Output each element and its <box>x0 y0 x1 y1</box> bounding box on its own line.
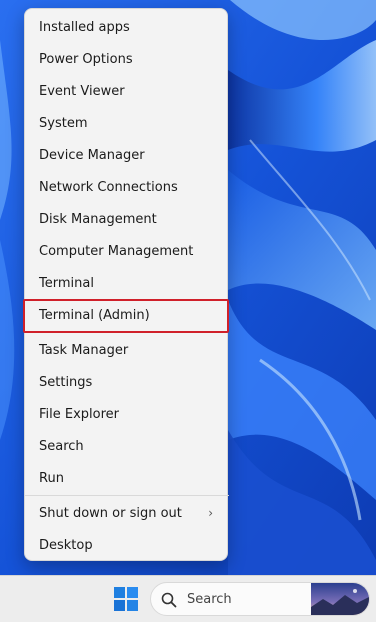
menu-item-label: Task Manager <box>39 342 129 358</box>
menu-item-terminal[interactable]: Terminal <box>25 268 229 298</box>
search-placeholder: Search <box>187 592 232 607</box>
menu-item-desktop[interactable]: Desktop <box>25 530 229 560</box>
menu-item-installed-apps[interactable]: Installed apps <box>25 12 229 42</box>
menu-item-device-manager[interactable]: Device Manager <box>25 140 229 170</box>
menu-item-task-manager[interactable]: Task Manager <box>25 335 229 365</box>
menu-item-terminal-admin[interactable]: Terminal (Admin) <box>23 299 229 333</box>
menu-item-label: Search <box>39 438 84 454</box>
menu-item-label: Installed apps <box>39 19 130 35</box>
menu-item-label: Terminal (Admin) <box>39 307 150 323</box>
menu-item-event-viewer[interactable]: Event Viewer <box>25 76 229 106</box>
menu-item-label: Terminal <box>39 275 94 291</box>
menu-item-label: Event Viewer <box>39 83 125 99</box>
windows-logo-icon <box>114 587 138 611</box>
menu-item-shut-down-or-sign-out[interactable]: Shut down or sign out › <box>25 498 229 528</box>
menu-item-disk-management[interactable]: Disk Management <box>25 204 229 234</box>
menu-item-run[interactable]: Run <box>25 463 229 493</box>
menu-item-label: File Explorer <box>39 406 120 422</box>
menu-item-network-connections[interactable]: Network Connections <box>25 172 229 202</box>
start-button[interactable] <box>113 586 139 612</box>
quick-link-context-menu: Installed apps Power Options Event Viewe… <box>23 8 229 561</box>
chevron-right-icon: › <box>208 506 213 520</box>
menu-item-label: System <box>39 115 88 131</box>
menu-item-label: Shut down or sign out <box>39 505 182 521</box>
menu-item-settings[interactable]: Settings <box>25 367 229 397</box>
menu-item-search[interactable]: Search <box>25 431 229 461</box>
menu-separator <box>25 495 229 496</box>
menu-item-label: Computer Management <box>39 243 194 259</box>
search-icon <box>161 592 177 608</box>
search-highlight-image <box>311 583 369 615</box>
taskbar: Search <box>0 575 376 622</box>
menu-item-label: Power Options <box>39 51 133 67</box>
menu-item-label: Desktop <box>39 537 93 553</box>
menu-item-computer-management[interactable]: Computer Management <box>25 236 229 266</box>
menu-item-label: Run <box>39 470 64 486</box>
menu-item-label: Device Manager <box>39 147 145 163</box>
menu-item-file-explorer[interactable]: File Explorer <box>25 399 229 429</box>
menu-item-label: Network Connections <box>39 179 178 195</box>
menu-item-label: Settings <box>39 374 93 390</box>
menu-item-power-options[interactable]: Power Options <box>25 44 229 74</box>
menu-item-system[interactable]: System <box>25 108 229 138</box>
taskbar-search-box[interactable]: Search <box>150 582 370 616</box>
menu-item-label: Disk Management <box>39 211 157 227</box>
